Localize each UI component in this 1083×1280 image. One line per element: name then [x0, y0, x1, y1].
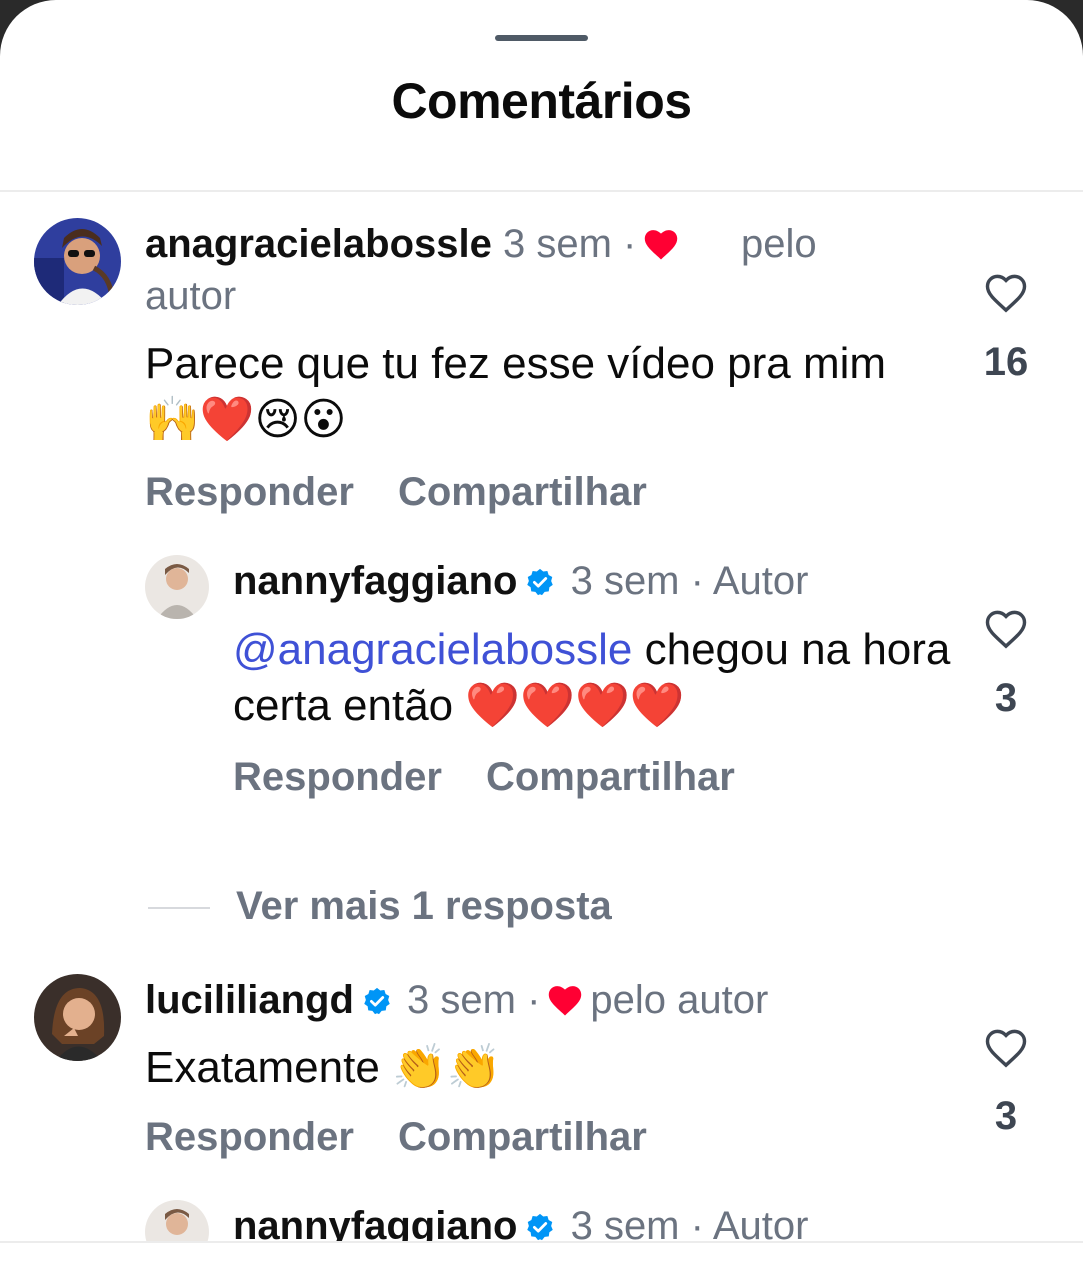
share-button[interactable]: Compartilhar	[398, 470, 647, 514]
like-count: 3	[994, 1094, 1018, 1138]
avatar[interactable]	[34, 974, 121, 1061]
avatar[interactable]	[145, 555, 209, 619]
sheet-title: Comentários	[391, 73, 692, 129]
author-liked-label: pelo autor	[590, 978, 769, 1022]
comment-text: @anagracielabossle chegou na hora certa …	[233, 622, 953, 734]
like-count: 3	[994, 676, 1018, 720]
comment-text-content: Parece que tu fez esse vídeo pra mim	[145, 339, 887, 388]
comment-text-content: Exatamente	[145, 1043, 380, 1092]
comment-actions: Responder Compartilhar	[145, 1115, 691, 1160]
avatar[interactable]	[34, 218, 121, 305]
verified-badge-icon	[527, 568, 554, 596]
comment-actions: Responder Compartilhar	[233, 755, 779, 800]
username[interactable]: lucililiangd	[145, 978, 354, 1022]
comment-text: Exatamente 👏👏	[145, 1040, 905, 1096]
timestamp: 3 sem	[570, 559, 680, 603]
comment-header: lucililiangd 3 sem · pelo autor	[145, 974, 768, 1026]
author-badge: Autor	[712, 559, 809, 603]
reply-button[interactable]: Responder	[233, 755, 442, 799]
comment-emojis: 👏👏	[392, 1042, 502, 1093]
heart-outline-icon[interactable]	[983, 272, 1029, 314]
reply-button[interactable]: Responder	[145, 1115, 354, 1159]
comment-text: Parece que tu fez esse vídeo pra mim 🙌❤️…	[145, 336, 905, 448]
comment-actions: Responder Compartilhar	[145, 470, 691, 515]
mention-link[interactable]: @anagracielabossle	[233, 625, 632, 674]
username[interactable]: nannyfaggiano	[233, 559, 517, 603]
author-liked-label: pelo autor	[145, 222, 817, 318]
share-button[interactable]: Compartilhar	[486, 755, 735, 799]
bottom-bar	[0, 1243, 1083, 1280]
comment-emojis: 🙌❤️😢😮	[145, 394, 347, 445]
verified-badge-icon	[364, 987, 390, 1015]
comment-emojis: ❤️❤️❤️❤️	[465, 680, 685, 731]
author-liked-label-wrap: pelo autor	[145, 218, 865, 322]
view-more-replies-button[interactable]: Ver mais 1 resposta	[236, 884, 612, 929]
separator-dot: ·	[527, 978, 541, 1022]
sheet-grabber[interactable]	[495, 35, 588, 41]
reply-button[interactable]: Responder	[145, 470, 354, 514]
red-heart-icon	[549, 986, 582, 1016]
verified-badge-icon	[527, 1213, 554, 1241]
heart-outline-icon[interactable]	[983, 608, 1029, 650]
comment-header: nannyfaggiano 3 sem · Autor	[233, 555, 808, 607]
heart-outline-icon[interactable]	[983, 1027, 1029, 1069]
divider	[148, 907, 210, 909]
separator-dot: ·	[690, 559, 704, 603]
comments-sheet: Comentários anagracielabossle 3 sem · pe…	[0, 0, 1083, 1280]
divider	[0, 1241, 1083, 1243]
timestamp: 3 sem	[407, 978, 516, 1022]
divider	[0, 190, 1083, 192]
like-count: 16	[983, 340, 1029, 384]
share-button[interactable]: Compartilhar	[398, 1115, 647, 1159]
